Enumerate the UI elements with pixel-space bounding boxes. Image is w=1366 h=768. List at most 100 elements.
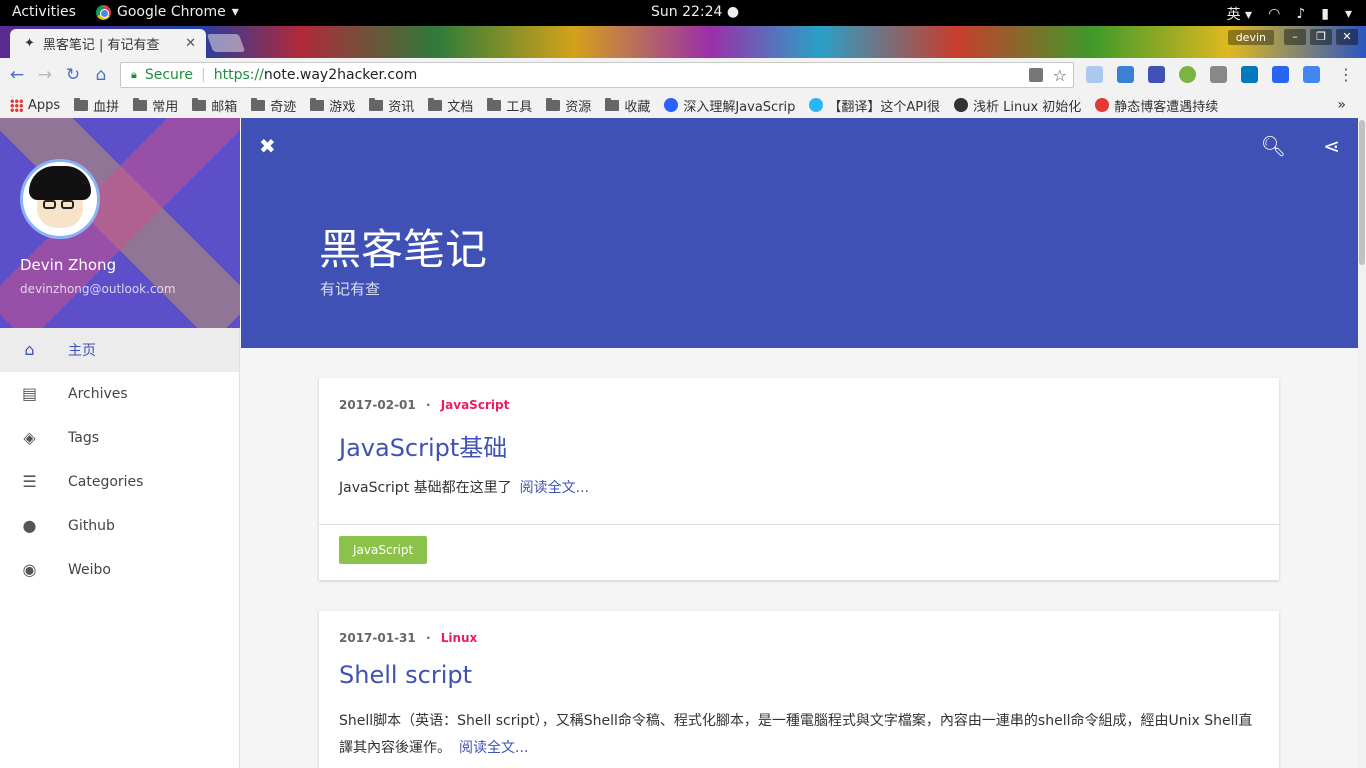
- system-tray[interactable]: 英 ▾ ◠ ♪ ▮ ▾: [1227, 4, 1352, 24]
- activities-button[interactable]: Activities: [12, 4, 76, 20]
- post-category[interactable]: JavaScript: [441, 398, 510, 412]
- bookmark-label: 邮箱: [211, 99, 238, 115]
- more-menu-icon[interactable]: ⋮: [1338, 65, 1354, 84]
- sidebar-menu: ⌂ 主页 ▤ Archives ◈ Tags ☰ Categories ● Github …: [0, 328, 239, 592]
- bookmark-label: Apps: [28, 97, 61, 113]
- extension-icon[interactable]: [1179, 66, 1196, 83]
- profile-email[interactable]: devinzhong@outlook.com: [20, 282, 176, 296]
- secure-label: Secure: [144, 67, 193, 83]
- window-controls: devin – ❐ ✕: [1227, 29, 1358, 45]
- github-icon: ●: [22, 516, 37, 535]
- site-icon: [953, 98, 968, 112]
- profile-button[interactable]: devin: [1227, 29, 1274, 45]
- bookmark-folder[interactable]: 血拼: [74, 96, 119, 115]
- post-excerpt: JavaScript 基础都在这里了 阅读全文...: [339, 475, 1259, 502]
- system-top-bar: Activities Google Chrome ▾ Sun 22:24 ● 英…: [0, 0, 1366, 26]
- bookmark-link[interactable]: 静态博客遭遇持续: [1095, 96, 1218, 115]
- bookmark-link[interactable]: 深入理解JavaScrip: [664, 96, 795, 115]
- sidebar-item-archives[interactable]: ▤ Archives: [0, 372, 239, 416]
- minimize-button[interactable]: –: [1284, 29, 1306, 45]
- clock[interactable]: Sun 22:24 ●: [651, 4, 739, 20]
- avatar[interactable]: [20, 159, 100, 239]
- sidebar-item-label: Categories: [68, 474, 144, 490]
- cloud-extension-icon[interactable]: [1086, 66, 1103, 83]
- bookmark-star-icon[interactable]: ☆: [1053, 66, 1067, 85]
- close-window-button[interactable]: ✕: [1336, 29, 1358, 45]
- bookmark-folder[interactable]: 奇迹: [251, 96, 296, 115]
- maximize-button[interactable]: ❐: [1310, 29, 1332, 45]
- scrollbar-thumb[interactable]: [1359, 120, 1365, 265]
- sidebar-item-weibo[interactable]: ◉ Weibo: [0, 548, 239, 592]
- sidebar-item-label: Tags: [68, 430, 99, 446]
- bookmark-folder[interactable]: 游戏: [310, 96, 355, 115]
- share-icon[interactable]: ⋖: [1323, 134, 1340, 158]
- post-meta: 2017-02-01 · JavaScript: [339, 398, 509, 412]
- browser-chrome: ✦ 黑客笔记 | 有记有查 ✕ devin – ❐ ✕ ← → ↻ ⌂ 🔒︎ S…: [0, 26, 1366, 118]
- sidebar-item-home[interactable]: ⌂ 主页: [0, 328, 239, 372]
- post-category[interactable]: Linux: [441, 631, 478, 645]
- wifi-icon: ◠: [1268, 6, 1281, 22]
- bookmark-folder[interactable]: 邮箱: [192, 96, 237, 115]
- ime-indicator[interactable]: 英 ▾: [1227, 4, 1252, 24]
- site-header: ✖ 🔍︎ ⋖ 黑客笔记 有记有查: [241, 118, 1358, 348]
- sidebar-item-github[interactable]: ● Github: [0, 504, 239, 548]
- close-tab-icon[interactable]: ✕: [185, 36, 196, 51]
- trello-icon[interactable]: [1241, 66, 1258, 83]
- new-tab-button[interactable]: [206, 34, 246, 52]
- post-title[interactable]: Shell script: [339, 661, 472, 689]
- bookmark-folder[interactable]: 工具: [487, 96, 532, 115]
- ime-label: 英: [1226, 7, 1241, 23]
- clock-text: Sun 22:24: [651, 4, 723, 20]
- post-meta: 2017-01-31 · Linux: [339, 631, 477, 645]
- folder-icon: [310, 97, 325, 111]
- folder-icon: [192, 97, 207, 111]
- sidebar-item-tags[interactable]: ◈ Tags: [0, 416, 239, 460]
- bookmark-link[interactable]: 浅析 Linux 初始化: [953, 96, 1081, 115]
- bookmarks-overflow-button[interactable]: »: [1337, 97, 1346, 113]
- battery-icon: ▮: [1321, 6, 1329, 22]
- page-scrollbar[interactable]: [1358, 118, 1366, 768]
- app-menu[interactable]: Google Chrome ▾: [96, 4, 239, 20]
- separator: |: [201, 67, 206, 83]
- bookmark-label: 收藏: [624, 99, 651, 115]
- volume-icon: ♪: [1296, 6, 1306, 22]
- css-icon[interactable]: [1272, 66, 1289, 83]
- apps-grid-icon: [10, 98, 23, 112]
- home-button[interactable]: ⌂: [90, 64, 112, 86]
- google-translate-icon[interactable]: [1303, 66, 1320, 83]
- close-icon[interactable]: ✖: [259, 134, 276, 158]
- profile-name: Devin Zhong: [20, 256, 117, 274]
- bookmark-folder[interactable]: 资源: [546, 96, 591, 115]
- extension-icon[interactable]: [1148, 66, 1165, 83]
- avatar-glasses: [61, 200, 74, 209]
- post-title[interactable]: JavaScript基础: [339, 428, 507, 463]
- back-button[interactable]: ←: [6, 64, 28, 86]
- tab-active[interactable]: ✦ 黑客笔记 | 有记有查 ✕: [10, 29, 206, 58]
- bookmark-apps[interactable]: Apps: [10, 98, 60, 113]
- bookmark-folder[interactable]: 常用: [133, 96, 178, 115]
- sidebar-item-categories[interactable]: ☰ Categories: [0, 460, 239, 504]
- site-subtitle: 有记有查: [320, 280, 381, 298]
- divider: [319, 524, 1279, 525]
- read-more-link[interactable]: 阅读全文...: [520, 480, 589, 496]
- bookmark-label: 血拼: [93, 99, 120, 115]
- folder-icon: [546, 97, 561, 111]
- translate-icon[interactable]: [1029, 68, 1043, 82]
- bookmark-label: 【翻译】这个API很: [828, 99, 940, 115]
- post-tag-button[interactable]: JavaScript: [339, 536, 428, 564]
- browser-toolbar: ← → ↻ ⌂ 🔒︎ Secure | https://note.way2hac…: [0, 58, 1366, 92]
- post-card: 2017-01-31 · Linux Shell script Shell脚本（…: [319, 611, 1279, 768]
- extension-icon[interactable]: [1117, 66, 1134, 83]
- vue-devtools-icon[interactable]: [1210, 66, 1227, 83]
- bookmark-folder[interactable]: 收藏: [605, 96, 650, 115]
- search-icon[interactable]: 🔍︎: [1261, 134, 1286, 158]
- forward-button[interactable]: →: [34, 64, 56, 86]
- bookmark-link[interactable]: 【翻译】这个API很: [809, 96, 940, 115]
- address-bar[interactable]: 🔒︎ Secure | https://note.way2hacker.com …: [120, 62, 1074, 88]
- avatar-glasses: [43, 200, 56, 209]
- bookmark-folder[interactable]: 资讯: [369, 96, 414, 115]
- meta-dot: ·: [425, 398, 431, 412]
- reload-button[interactable]: ↻: [62, 64, 84, 86]
- read-more-link[interactable]: 阅读全文...: [459, 740, 528, 756]
- bookmark-folder[interactable]: 文档: [428, 96, 473, 115]
